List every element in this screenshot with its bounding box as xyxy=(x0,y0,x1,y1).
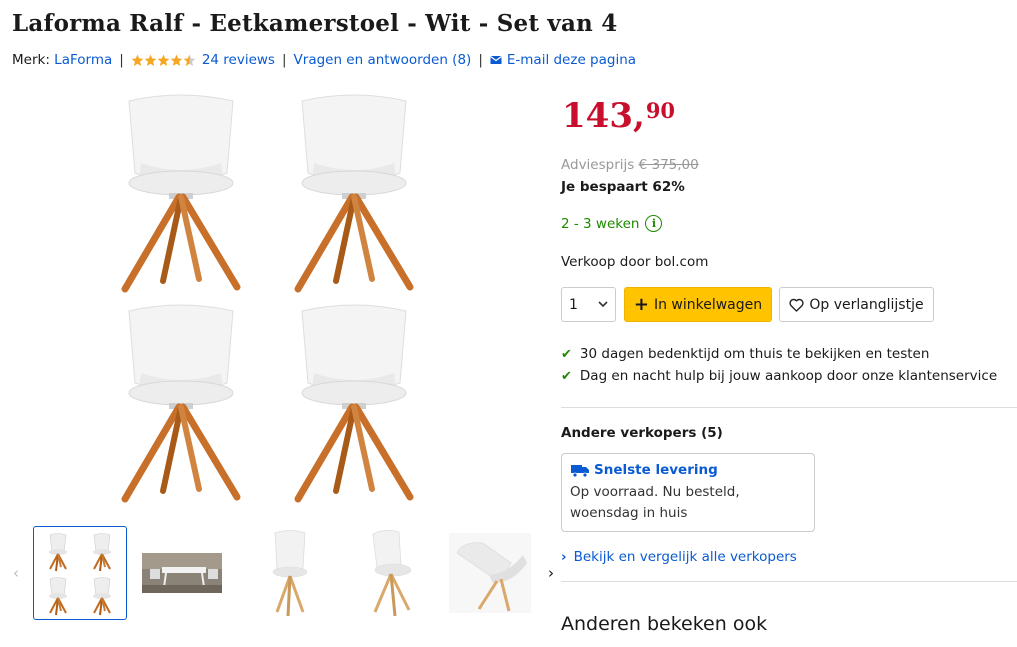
add-to-cart-button[interactable]: + In winkelwagen xyxy=(624,287,772,322)
star-icon xyxy=(131,54,144,66)
usp-list: ✔ 30 dagen bedenktijd om thuis te bekijk… xyxy=(561,346,997,390)
usp-text: 30 dagen bedenktijd om thuis te bekijken… xyxy=(579,346,930,362)
fastest-delivery-card[interactable]: Snelste levering Op voorraad. Nu besteld… xyxy=(561,453,815,532)
reviews-link[interactable]: 24 reviews xyxy=(202,52,275,68)
add-to-cart-label: In winkelwagen xyxy=(653,296,763,313)
main-product-image[interactable] xyxy=(95,90,440,510)
delivery-text: 2 - 3 weken xyxy=(561,215,640,232)
quantity-value: 1 xyxy=(569,296,578,313)
divider-line xyxy=(561,407,1017,408)
heart-icon xyxy=(789,298,805,312)
email-page-link[interactable]: E-mail deze pagina xyxy=(507,52,636,68)
product-meta: Merk: LaForma | 24 reviews | Vragen en a… xyxy=(12,52,636,68)
compare-sellers-link[interactable]: › Bekijk en vergelijk alle verkopers xyxy=(561,549,797,565)
chevron-right-icon: › xyxy=(561,549,567,565)
other-sellers-title: Andere verkopers (5) xyxy=(561,425,723,441)
seller-text: Verkoop door bol.com xyxy=(561,254,709,270)
info-icon[interactable]: i xyxy=(645,215,663,232)
fastest-delivery-label: Snelste levering xyxy=(594,462,718,478)
usp-item: ✔ 30 dagen bedenktijd om thuis te bekijk… xyxy=(561,346,997,362)
chair-image xyxy=(95,300,268,510)
delivery-truck-icon xyxy=(571,465,589,478)
qa-link[interactable]: Vragen en antwoorden (8) xyxy=(294,52,472,68)
list-price-label: Adviesprijs xyxy=(561,157,635,173)
divider: | xyxy=(478,52,483,68)
star-icon xyxy=(157,54,170,66)
product-title: Laforma Ralf - Eetkamerstoel - Wit - Set… xyxy=(12,10,618,37)
thumbnail-chair-angle[interactable] xyxy=(343,526,437,620)
brand-label: Merk: xyxy=(12,52,50,68)
delivery-time: 2 - 3 weken i xyxy=(561,215,663,232)
plus-icon: + xyxy=(633,294,649,315)
compare-sellers-label: Bekijk en vergelijk alle verkopers xyxy=(573,549,797,565)
chair-image xyxy=(268,90,441,300)
chair-image xyxy=(268,300,441,510)
chair-mini xyxy=(49,533,67,572)
thumbnail-set-of-4[interactable] xyxy=(33,526,127,620)
wishlist-button[interactable]: Op verlanglijstje xyxy=(779,287,934,322)
chevron-down-icon xyxy=(598,301,608,308)
divider: | xyxy=(281,52,287,68)
divider: | xyxy=(119,52,124,68)
rating-stars[interactable] xyxy=(131,54,196,67)
price-cents: 90 xyxy=(645,98,676,123)
thumbnail-dining-room[interactable] xyxy=(135,526,229,620)
chevron-right-icon[interactable]: › xyxy=(543,564,559,582)
star-icon xyxy=(170,54,183,66)
list-price: Adviesprijs € 375,00 xyxy=(561,157,699,173)
wishlist-label: Op verlanglijstje xyxy=(809,296,924,313)
price: 143, 90 xyxy=(562,96,675,136)
fastest-delivery-header: Snelste levering xyxy=(570,462,806,478)
half-star-icon xyxy=(183,54,196,66)
envelope-icon xyxy=(490,56,502,64)
chair-image xyxy=(95,90,268,300)
usp-text: Dag en nacht hulp bij jouw aankoop door … xyxy=(579,368,998,384)
saving-text: Je bespaart 62% xyxy=(561,179,685,195)
check-icon: ✔ xyxy=(561,368,572,384)
price-main: 143, xyxy=(562,96,645,136)
star-icon xyxy=(144,54,157,66)
divider-line xyxy=(561,581,1017,582)
thumbnail-chair-tilted[interactable] xyxy=(443,526,537,620)
fastest-delivery-text: Op voorraad. Nu besteld, woensdag in hui… xyxy=(570,484,740,521)
quantity-select[interactable]: 1 xyxy=(561,287,616,322)
list-price-value: € 375,00 xyxy=(638,157,699,173)
usp-item: ✔ Dag en nacht hulp bij jouw aankoop doo… xyxy=(561,368,997,384)
thumbnail-chair-front[interactable] xyxy=(243,526,337,620)
thumbnail-carousel: ‹ › xyxy=(8,526,559,620)
brand-link[interactable]: LaForma xyxy=(54,52,112,68)
also-viewed-heading: Anderen bekeken ook xyxy=(561,613,768,635)
chevron-left-icon[interactable]: ‹ xyxy=(8,564,24,582)
check-icon: ✔ xyxy=(561,346,572,362)
